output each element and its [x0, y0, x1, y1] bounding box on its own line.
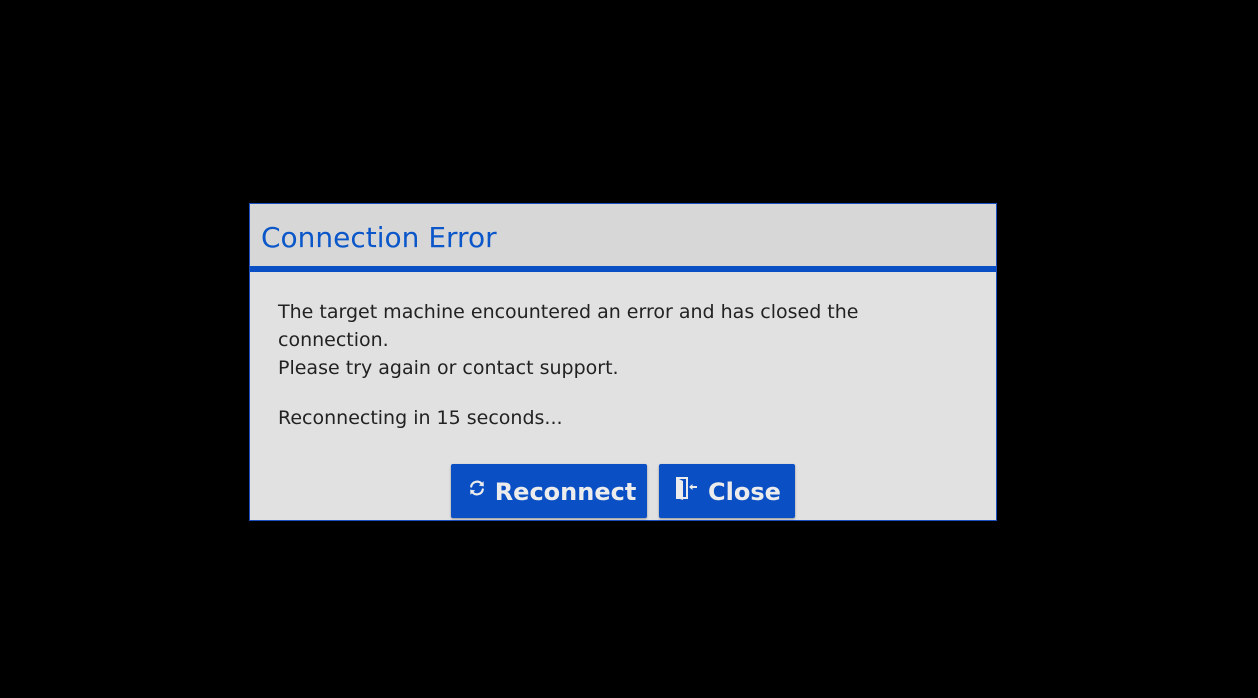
dialog-header: Connection Error	[250, 204, 996, 272]
exit-door-icon	[675, 476, 699, 500]
screen-backdrop: Connection Error The target machine enco…	[0, 0, 1258, 698]
reconnect-button-label: Reconnect	[494, 478, 637, 506]
reconnect-button[interactable]: Reconnect	[451, 464, 647, 518]
dialog-body: The target machine encountered an error …	[250, 272, 996, 518]
close-button-label: Close	[708, 478, 781, 506]
dialog-button-row: Reconnect Close	[278, 464, 968, 518]
close-button[interactable]: Close	[659, 464, 795, 518]
connection-error-dialog: Connection Error The target machine enco…	[249, 203, 997, 521]
reconnect-countdown: Reconnecting in 15 seconds...	[278, 407, 563, 429]
error-message-line-1: The target machine encountered an error …	[278, 301, 859, 351]
error-message: The target machine encountered an error …	[278, 298, 968, 382]
refresh-icon	[468, 479, 486, 497]
dialog-title: Connection Error	[261, 220, 497, 254]
error-message-line-2: Please try again or contact support.	[278, 357, 619, 379]
